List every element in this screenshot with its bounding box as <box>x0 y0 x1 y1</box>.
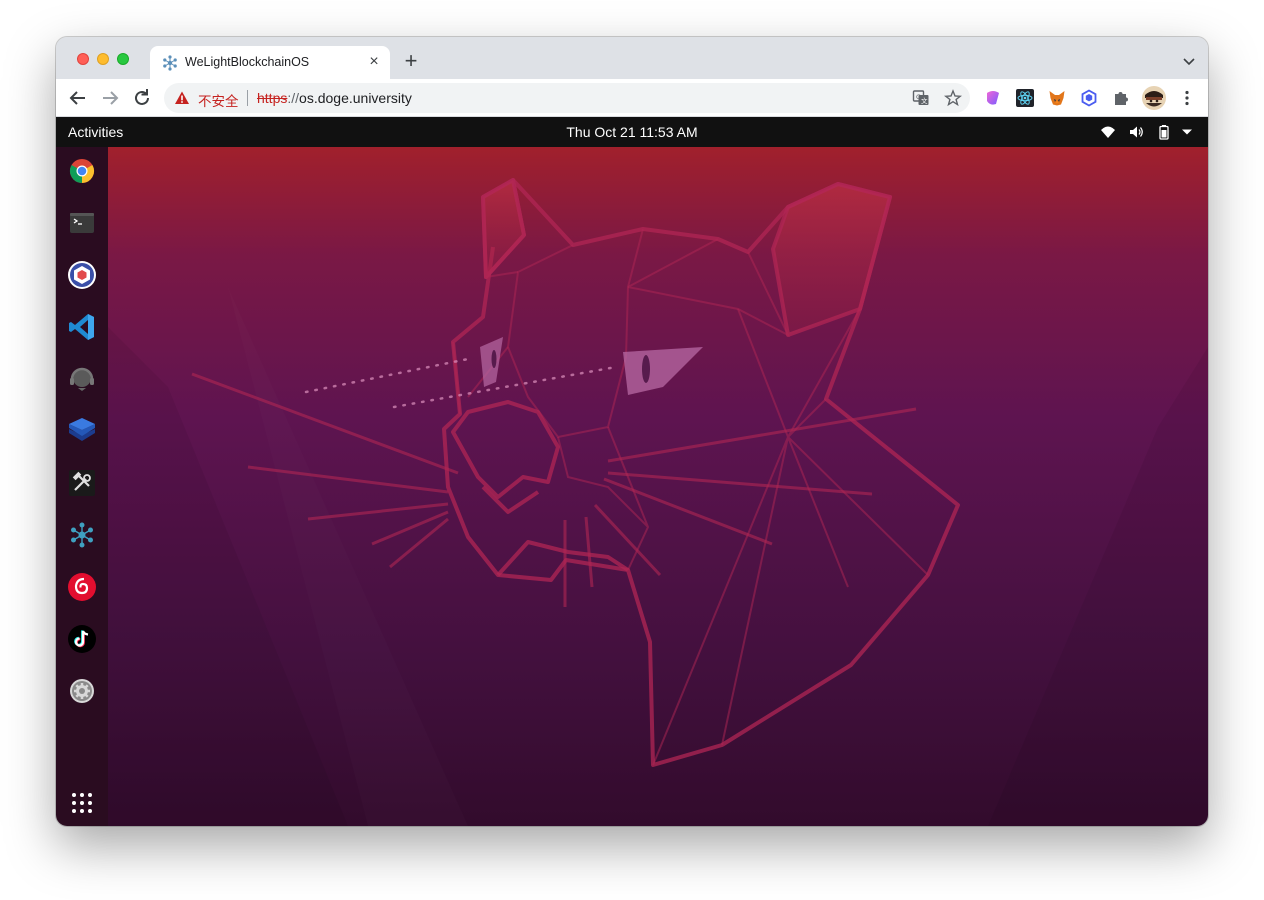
url-scheme: https <box>257 90 288 106</box>
omnibox-divider <box>247 90 248 106</box>
address-bar[interactable]: 不安全 https://os.doge.university G 文 <box>164 83 970 113</box>
react-devtools-icon[interactable] <box>1016 89 1034 107</box>
grid-icon[interactable] <box>70 791 94 815</box>
metamask-fox-icon[interactable] <box>1048 89 1066 107</box>
music-icon <box>68 573 96 601</box>
puzzle-icon[interactable] <box>1112 89 1130 107</box>
headset-icon <box>70 367 94 391</box>
hexagon-network-icon <box>163 55 177 71</box>
profile-avatar[interactable] <box>1142 86 1166 110</box>
cube-app-icon <box>68 261 96 289</box>
close-window-button[interactable] <box>77 53 89 65</box>
dock-item-chrome[interactable] <box>66 155 98 187</box>
browser-window: WeLightBlockchainOS × + 不安全 https://os.d… <box>56 37 1208 826</box>
kebab-menu-icon[interactable] <box>1178 89 1196 107</box>
tiktok-icon <box>68 625 96 653</box>
wifi-icon[interactable] <box>1100 124 1116 140</box>
dock-item-tiktok[interactable] <box>66 623 98 655</box>
tab-strip: WeLightBlockchainOS × + <box>56 37 1208 79</box>
dock-item-vscode[interactable] <box>66 311 98 343</box>
tools-icon <box>69 470 95 496</box>
gradient-extension-icon[interactable] <box>984 89 1002 107</box>
dock-item-terminal[interactable] <box>66 207 98 239</box>
battery-icon[interactable] <box>1156 124 1172 140</box>
url-separator: :// <box>287 90 300 106</box>
url-text[interactable]: https://os.doge.university <box>257 90 412 106</box>
volume-icon[interactable] <box>1128 124 1144 140</box>
network-icon <box>71 522 93 548</box>
gnome-top-bar: Activities Thu Oct 21 11:53 AM <box>56 117 1208 147</box>
new-tab-button[interactable]: + <box>400 50 422 73</box>
star-icon[interactable] <box>944 89 962 107</box>
svg-text:文: 文 <box>921 96 928 105</box>
close-tab-icon[interactable]: × <box>366 54 382 70</box>
browser-toolbar: 不安全 https://os.doge.university G 文 <box>56 79 1208 117</box>
warning-icon[interactable] <box>174 90 190 106</box>
ubuntu-dock <box>56 147 108 826</box>
dock-item-layers[interactable] <box>66 415 98 447</box>
security-label[interactable]: 不安全 <box>198 90 239 110</box>
hexagon-extension-icon[interactable] <box>1080 89 1098 107</box>
url-host: os.doge.university <box>299 90 412 106</box>
dock-item-settings[interactable] <box>66 675 98 707</box>
translate-icon[interactable]: G 文 <box>912 89 930 107</box>
back-icon[interactable] <box>66 86 90 110</box>
chrome-icon <box>69 159 95 183</box>
reload-icon[interactable] <box>130 86 154 110</box>
clock[interactable]: Thu Oct 21 11:53 AM <box>56 124 1208 140</box>
layers-icon <box>69 418 95 441</box>
dock-item-tools[interactable] <box>66 467 98 499</box>
tab-active[interactable]: WeLightBlockchainOS × <box>150 46 390 79</box>
dock-item-remix[interactable] <box>66 259 98 291</box>
chevron-down-icon[interactable] <box>1182 54 1196 68</box>
ubuntu-desktop-viewport: Activities Thu Oct 21 11:53 AM <box>56 117 1208 826</box>
settings-icon <box>70 679 94 703</box>
dropdown-icon[interactable] <box>1179 124 1195 140</box>
minimize-window-button[interactable] <box>97 53 109 65</box>
forward-icon[interactable] <box>98 86 122 110</box>
dock-item-blockchain[interactable] <box>66 519 98 551</box>
dock-item-netease-music[interactable] <box>66 571 98 603</box>
ubuntu-focal-fossa-cat <box>108 178 1208 826</box>
terminal-icon <box>70 213 94 233</box>
desktop-wallpaper <box>108 147 1208 826</box>
zoom-window-button[interactable] <box>117 53 129 65</box>
vscode-icon <box>69 314 94 340</box>
tab-title: WeLightBlockchainOS <box>185 55 310 69</box>
dock-item-support[interactable] <box>66 363 98 395</box>
